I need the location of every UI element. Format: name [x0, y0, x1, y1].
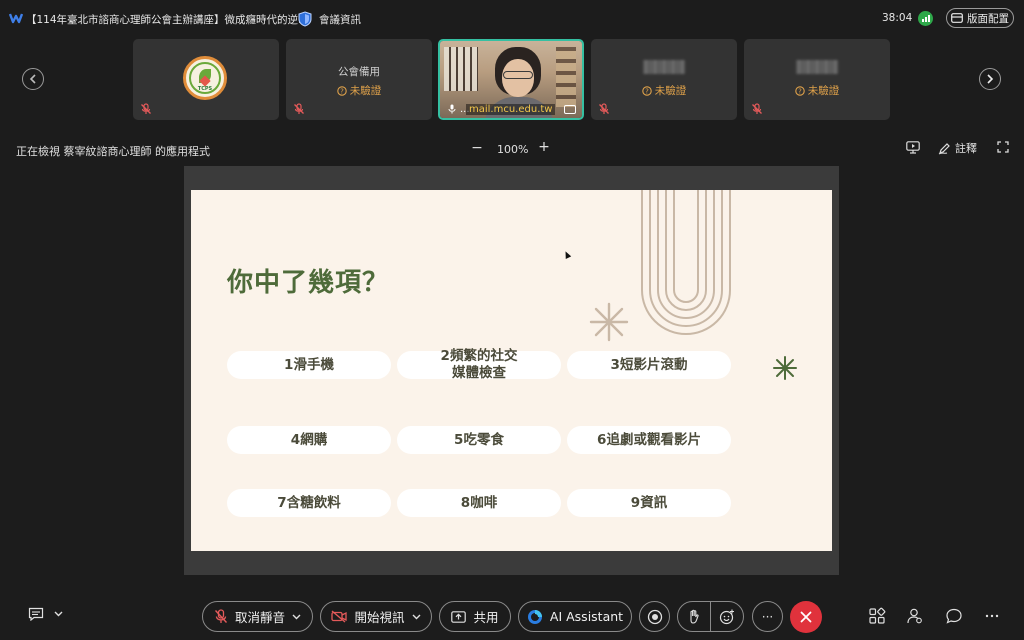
speaker-video: ... mail.mcu.edu.tw — [440, 41, 582, 118]
pen-icon — [938, 142, 950, 154]
meeting-info-button[interactable]: 會議資訊 — [298, 9, 361, 29]
association-logo: TCPS — [183, 56, 227, 100]
more-panels-icon[interactable] — [983, 607, 1001, 625]
ai-assistant-icon — [527, 609, 542, 624]
zoom-in-button[interactable]: + — [537, 139, 551, 157]
layout-button[interactable]: 版面配置 — [946, 8, 1014, 28]
fullscreen-icon[interactable] — [997, 141, 1009, 153]
chevron-down-icon — [54, 611, 63, 617]
mic-off-icon — [141, 103, 151, 114]
blurred-name — [643, 60, 685, 74]
annotate-button[interactable]: 註釋 — [938, 140, 977, 156]
chevron-down-icon[interactable] — [292, 614, 301, 620]
start-video-label: 開始視訊 — [354, 610, 405, 625]
layout-label: 版面配置 — [967, 12, 1009, 25]
svg-text:?: ? — [340, 87, 344, 95]
record-button[interactable] — [639, 601, 670, 632]
asterisk-decoration-small — [773, 356, 797, 380]
participant-name: 公會備用 — [338, 66, 380, 78]
participant-tile-blurred-2[interactable]: ? 未驗證 — [744, 39, 890, 120]
share-screen-icon — [564, 105, 576, 114]
slide-item: 3短影片滾動 — [567, 351, 731, 379]
raise-hand-icon — [690, 609, 699, 624]
asterisk-decoration-large — [589, 302, 629, 342]
record-icon — [647, 609, 662, 624]
svg-text:?: ? — [798, 87, 802, 95]
chevron-right-icon — [987, 74, 994, 84]
chevron-left-icon — [29, 74, 36, 84]
svg-text:?: ? — [645, 87, 649, 95]
mic-off-icon — [294, 103, 304, 114]
blurred-name — [796, 60, 838, 74]
unverified-badge: ? 未驗證 — [591, 83, 737, 98]
start-video-button[interactable]: 開始視訊 — [320, 601, 432, 632]
mic-off-icon — [752, 103, 762, 114]
video-off-icon — [331, 610, 348, 623]
previous-participants-button[interactable] — [22, 68, 44, 90]
slide-item: 2頻繁的社交 媒體檢查 — [397, 348, 561, 381]
leave-meeting-button[interactable] — [790, 601, 822, 633]
slide-item: 8咖啡 — [397, 489, 561, 517]
meeting-title: 【114年臺北市諮商心理師公會主辦講座】微成癮時代的逆... — [26, 14, 309, 26]
ai-assistant-label: AI Assistant — [549, 609, 624, 624]
ai-assistant-button[interactable]: AI Assistant — [518, 601, 632, 632]
share-button[interactable]: 共用 — [439, 601, 511, 632]
slide-item: 1滑手機 — [227, 351, 391, 379]
webex-icon — [9, 13, 23, 24]
mouse-cursor — [562, 250, 572, 259]
slide-item: 7含糖飲料 — [227, 489, 391, 517]
mic-off-icon — [214, 609, 228, 623]
slide-item: 9資訊 — [567, 489, 731, 517]
signal-icon — [918, 11, 933, 26]
shield-icon — [298, 11, 312, 27]
participant-email: mail.mcu.edu.tw — [466, 104, 556, 115]
close-icon — [800, 611, 812, 623]
layout-icon — [951, 13, 963, 23]
reactions-group — [677, 601, 744, 632]
pop-out-share-icon[interactable] — [906, 141, 920, 154]
zoom-level: 100% — [497, 143, 529, 156]
question-circle-icon: ? — [337, 85, 347, 96]
meeting-info-label: 會議資訊 — [319, 13, 361, 26]
slide-item: 5吃零食 — [397, 426, 561, 454]
mic-off-icon — [599, 103, 609, 114]
slide-item: 4網購 — [227, 426, 391, 454]
chevron-down-icon[interactable] — [412, 614, 421, 620]
more-options-button[interactable]: ··· — [752, 601, 783, 632]
participant-tile-blurred-1[interactable]: ? 未驗證 — [591, 39, 737, 120]
share-label: 共用 — [473, 610, 499, 625]
participants-icon[interactable] — [906, 607, 924, 625]
slide-title: 你中了幾項？ — [227, 268, 390, 298]
slide-item: 6追劇或觀看影片 — [567, 426, 731, 454]
title-bar: 【114年臺北市諮商心理師公會主辦講座】微成癮時代的逆... 會議資訊 38:0… — [0, 0, 1024, 36]
participant-tile-speaker[interactable]: ... mail.mcu.edu.tw — [438, 39, 584, 120]
share-icon — [451, 610, 467, 623]
question-circle-icon: ? — [795, 85, 805, 96]
apps-icon[interactable] — [868, 607, 886, 625]
zoom-out-button[interactable]: − — [470, 140, 484, 158]
captions-button[interactable] — [28, 607, 63, 621]
viewing-share-label: 正在檢視 蔡宰紋諮商心理師 的應用程式 — [16, 145, 210, 158]
reactions-button[interactable] — [711, 609, 743, 625]
next-participants-button[interactable] — [979, 68, 1001, 90]
smile-icon — [719, 609, 734, 624]
presentation-slide: 你中了幾項？ 1滑手機 2頻繁的社交 媒體檢查 3短影片滾動 4網購 5吃零食 … — [191, 190, 832, 551]
arch-decoration — [641, 190, 731, 335]
meeting-timer: 38:04 — [882, 12, 913, 24]
captions-icon — [28, 607, 44, 621]
participant-tile-logo[interactable]: TCPS — [133, 39, 279, 120]
question-circle-icon: ? — [642, 85, 652, 96]
raise-hand-button[interactable] — [678, 609, 710, 624]
unmute-label: 取消靜音 — [234, 610, 285, 625]
mic-icon — [448, 104, 456, 114]
chat-icon[interactable] — [945, 607, 963, 625]
participant-tile-reserve[interactable]: 公會備用 ? 未驗證 — [286, 39, 432, 120]
unverified-badge: ? 未驗證 — [744, 83, 890, 98]
unverified-badge: ? 未驗證 — [286, 83, 432, 98]
annotate-label: 註釋 — [955, 142, 977, 155]
unmute-button[interactable]: 取消靜音 — [202, 601, 313, 632]
